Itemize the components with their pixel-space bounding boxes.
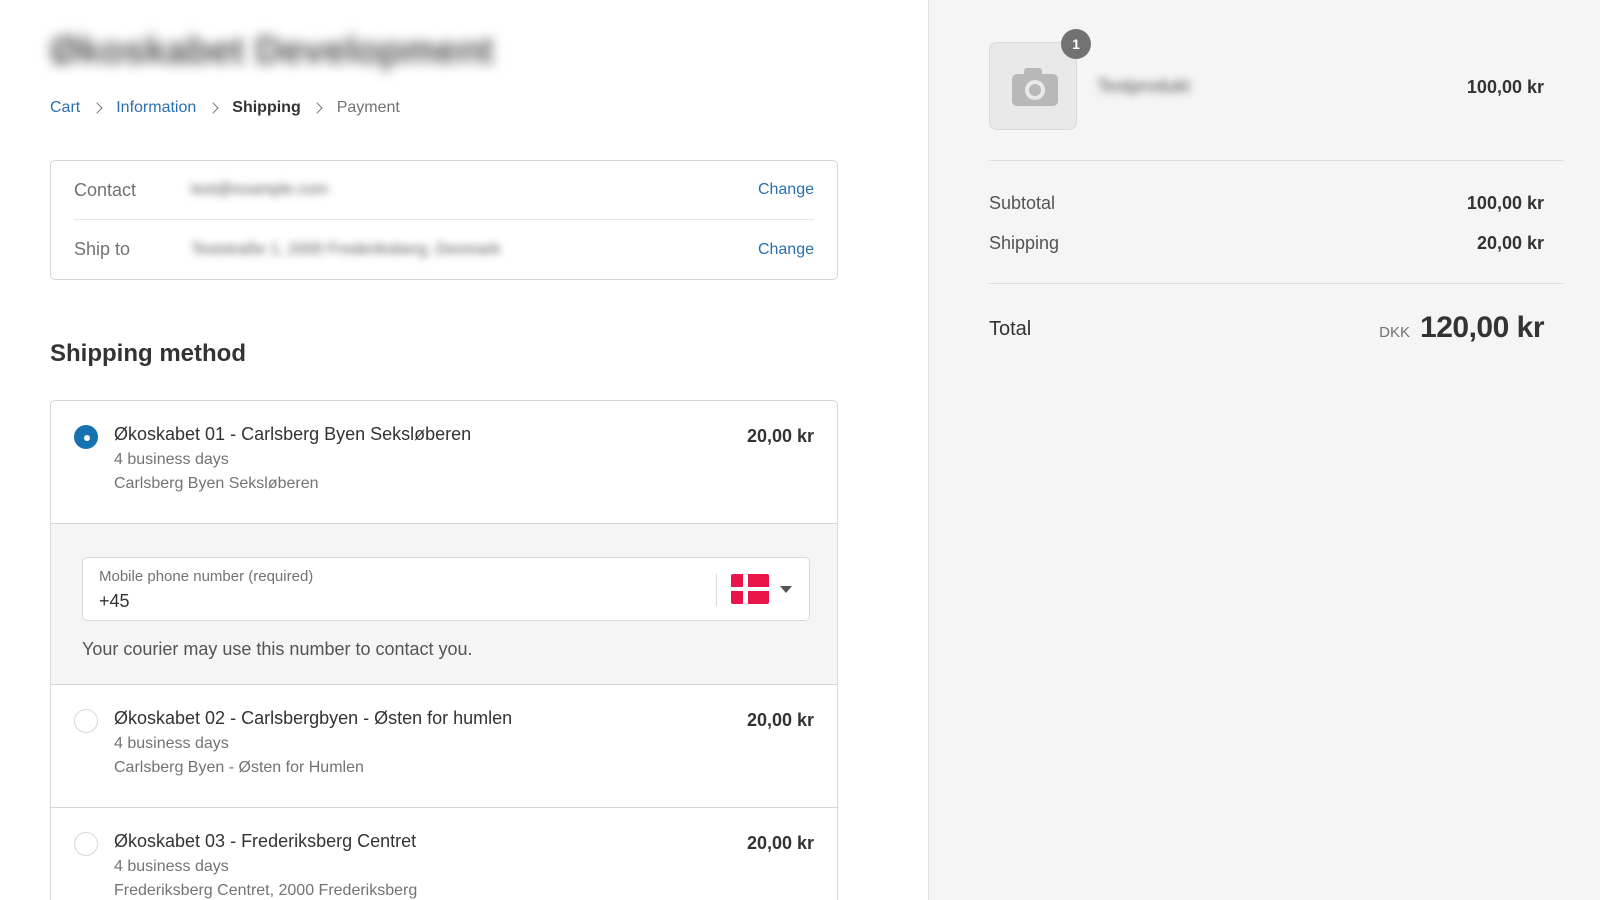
phone-field-label: Mobile phone number (required) bbox=[99, 568, 314, 585]
shipping-option-eta: 4 business days bbox=[114, 735, 229, 752]
shipping-option-eta: 4 business days bbox=[114, 858, 229, 875]
radio-selected[interactable] bbox=[74, 425, 98, 449]
checkout-main: Økoskabet Development Cart Information S… bbox=[0, 0, 928, 900]
shipping-option-price: 20,00 kr bbox=[746, 833, 814, 853]
total-currency: DKK bbox=[1379, 324, 1410, 341]
shipping-option-2[interactable]: Økoskabet 02 - Carlsbergbyen - Østen for… bbox=[51, 685, 837, 808]
shipping-methods-list: Økoskabet 01 - Carlsberg Byen Seksløbere… bbox=[50, 400, 838, 900]
shipping-label: Shipping bbox=[989, 233, 1060, 253]
phone-help-text: Your courier may use this number to cont… bbox=[82, 639, 473, 659]
shipping-option-name: Økoskabet 02 - Carlsbergbyen - Østen for… bbox=[114, 708, 513, 728]
shipping-option-name: Økoskabet 01 - Carlsberg Byen Seksløbere… bbox=[114, 424, 472, 444]
change-contact-link[interactable]: Change bbox=[758, 181, 814, 199]
breadcrumb-cart[interactable]: Cart bbox=[50, 99, 80, 117]
contact-row: Contact test@example.com Change bbox=[74, 161, 814, 220]
total-value: 120,00 kr bbox=[1420, 311, 1544, 344]
divider bbox=[989, 160, 1564, 161]
shipping-option-price: 20,00 kr bbox=[746, 426, 814, 446]
total-label: Total bbox=[989, 318, 1032, 340]
ship-to-row: Ship to Teststraße 1, 2000 Frederiksberg… bbox=[74, 220, 814, 279]
contact-label: Contact bbox=[74, 179, 137, 200]
denmark-flag-icon[interactable] bbox=[731, 574, 769, 604]
chevron-right-icon bbox=[80, 99, 116, 117]
breadcrumb-shipping: Shipping bbox=[232, 99, 301, 116]
subtotal-value: 100,00 kr bbox=[1466, 193, 1544, 213]
divider bbox=[989, 283, 1564, 284]
ship-to-value: Teststraße 1, 2000 Frederiksberg, Denmar… bbox=[191, 240, 501, 258]
caret-down-icon[interactable] bbox=[780, 586, 792, 593]
ship-to-label: Ship to bbox=[74, 239, 131, 259]
shipping-option-eta: 4 business days bbox=[114, 451, 229, 468]
subtotal-label: Subtotal bbox=[989, 193, 1056, 213]
shipping-method-title: Shipping method bbox=[50, 340, 246, 367]
quantity-badge: 1 bbox=[1061, 29, 1091, 59]
mobile-phone-field[interactable]: Mobile phone number (required) +45 bbox=[82, 557, 810, 621]
contact-value: test@example.com bbox=[191, 181, 329, 198]
breadcrumb-information[interactable]: Information bbox=[116, 99, 196, 117]
breadcrumb-payment: Payment bbox=[336, 99, 400, 116]
phone-panel: Mobile phone number (required) +45 Your … bbox=[51, 524, 837, 685]
shipping-option-location: Carlsberg Byen Seksløberen bbox=[114, 475, 319, 492]
phone-divider bbox=[716, 574, 717, 606]
shipping-option-location: Frederiksberg Centret, 2000 Frederiksber… bbox=[114, 882, 418, 899]
shop-logo-title[interactable]: Økoskabet Development bbox=[50, 30, 493, 73]
chevron-right-icon bbox=[301, 99, 337, 117]
phone-input[interactable]: +45 bbox=[99, 591, 130, 612]
product-name: Testprodukt bbox=[1097, 76, 1191, 96]
review-block: Contact test@example.com Change Ship to … bbox=[50, 160, 838, 280]
camera-icon bbox=[1029, 84, 1041, 96]
shipping-option-3[interactable]: Økoskabet 03 - Frederiksberg Centret 4 b… bbox=[51, 808, 837, 900]
radio-unselected[interactable] bbox=[74, 832, 98, 856]
shipping-option-name: Økoskabet 03 - Frederiksberg Centret bbox=[114, 831, 417, 851]
order-summary: 1 Testprodukt 100,00 kr Subtotal 100,00 … bbox=[928, 0, 1600, 900]
radio-unselected[interactable] bbox=[74, 709, 98, 733]
shipping-option-1[interactable]: Økoskabet 01 - Carlsberg Byen Seksløbere… bbox=[51, 401, 837, 524]
chevron-right-icon bbox=[196, 99, 232, 117]
shipping-option-location: Carlsberg Byen - Østen for Humlen bbox=[114, 759, 364, 776]
product-price: 100,00 kr bbox=[1466, 77, 1544, 97]
change-ship-to-link[interactable]: Change bbox=[758, 241, 814, 259]
shipping-value: 20,00 kr bbox=[1476, 233, 1544, 253]
product-thumbnail bbox=[989, 42, 1077, 130]
breadcrumb: Cart Information Shipping Payment bbox=[50, 99, 400, 117]
shipping-option-price: 20,00 kr bbox=[746, 710, 814, 730]
